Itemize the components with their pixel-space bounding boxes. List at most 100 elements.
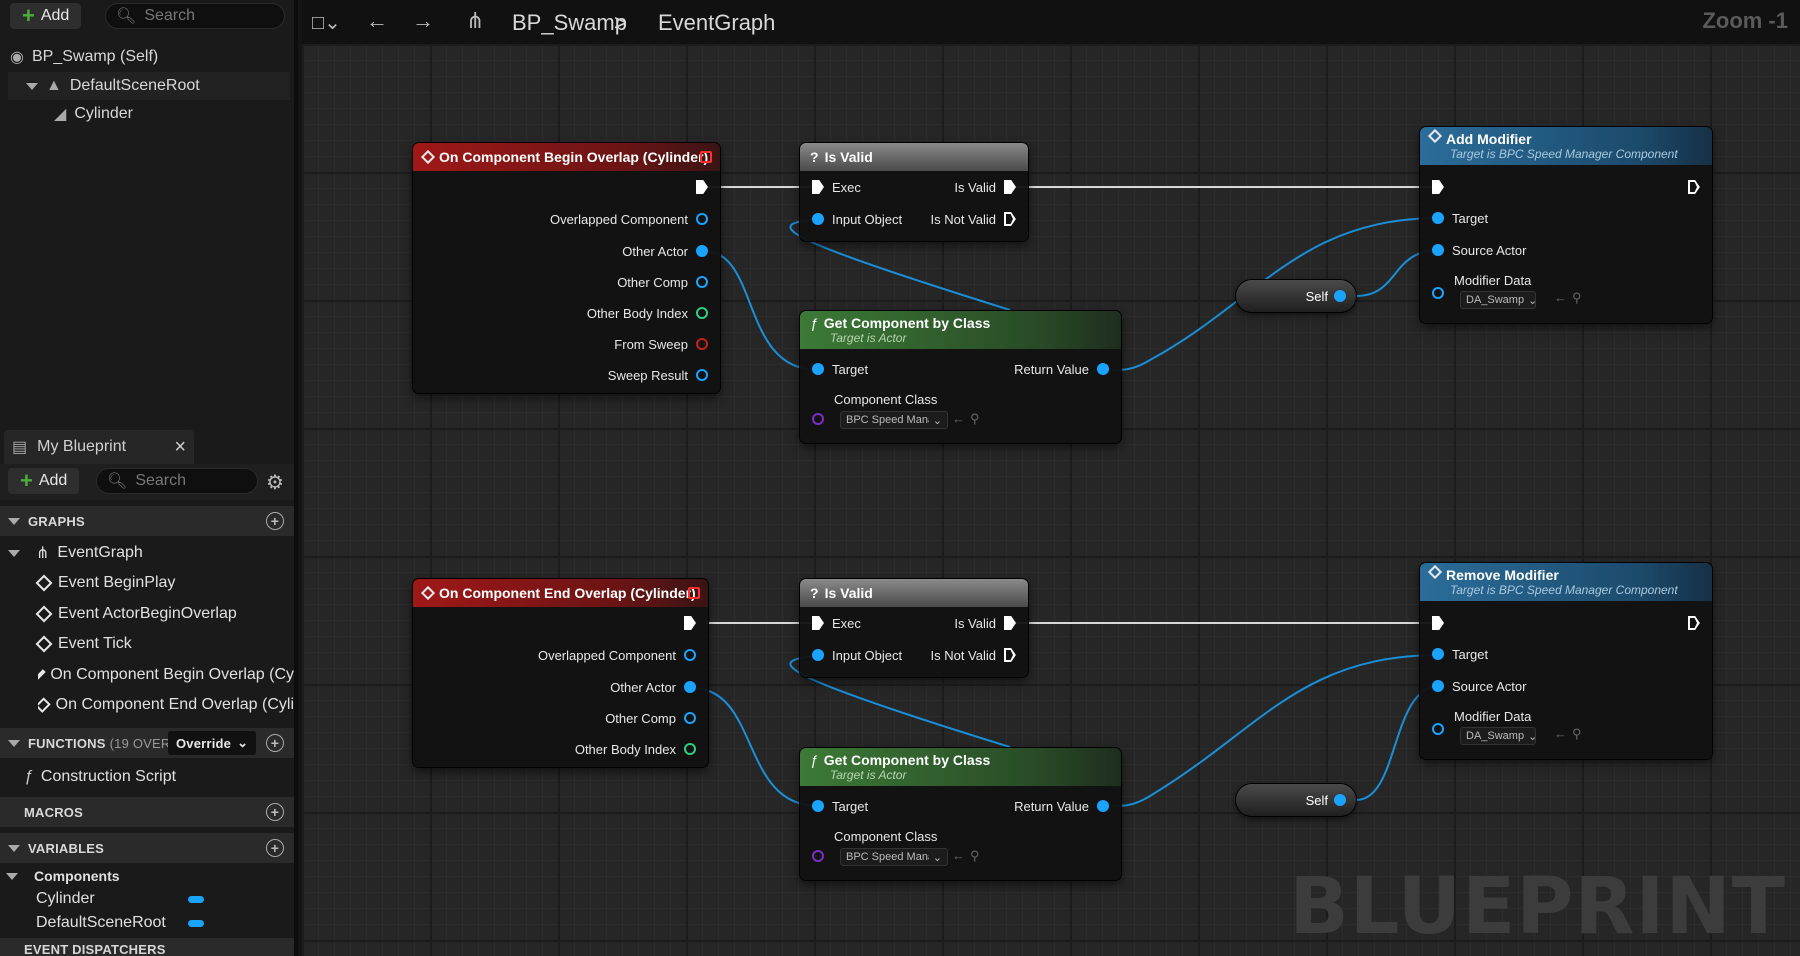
pin-overlapped-component[interactable]: Overlapped Component [550,209,708,229]
section-event-dispatchers[interactable]: EVENT DISPATCHERS [0,938,294,956]
is-valid-node[interactable]: ? Is Valid Exec Input Object Is Valid Is… [800,579,1028,677]
target-pin[interactable]: Target [1432,644,1488,664]
pin-other-actor[interactable]: Other Actor [622,241,708,261]
add-modifier-node[interactable]: Add Modifier Target is BPC Speed Manager… [1420,127,1712,323]
target-pin[interactable]: Target [1432,208,1488,228]
asset-pin-icon[interactable] [1432,723,1444,735]
use-selected-icon[interactable]: ← [952,848,965,863]
override-dropdown[interactable]: Override ⌄ [168,731,257,755]
plus-icon: + [20,468,33,493]
exec-out-pin[interactable] [684,613,696,633]
forward-arrow-icon[interactable]: → [412,8,434,34]
exec-out-pin[interactable] [1688,613,1700,633]
browse-icon[interactable]: ⚲ [970,848,980,864]
event-item[interactable]: Event BeginPlay [35,569,175,597]
tree-item-cylinder[interactable]: ◢ Cylinder [54,100,133,128]
exec-in-pin[interactable]: Exec [812,177,861,197]
remove-modifier-node[interactable]: Remove Modifier Target is BPC Speed Mana… [1420,563,1712,759]
source-actor-pin[interactable]: Source Actor [1432,676,1526,696]
exec-in-pin[interactable]: Exec [812,613,861,633]
combo-value: DA_Swamp [1466,730,1525,742]
breadcrumb-graph[interactable]: EventGraph [658,10,775,36]
node-subtitle: Target is BPC Speed Manager Component [1450,147,1678,161]
components-search-input[interactable]: 🔍︎ Search [105,3,285,29]
get-component-by-class-node[interactable]: ƒ Get Component by Class Target is Actor… [800,311,1121,443]
pin-sweep-result[interactable]: Sweep Result [608,365,708,385]
class-pin-icon[interactable] [812,413,824,425]
add-variable-icon[interactable]: + [266,839,284,857]
function-item-construction-script[interactable]: ƒ Construction Script [24,763,176,791]
variable-item-defaultsceneroot[interactable]: DefaultSceneRoot [36,909,206,937]
return-value-pin[interactable]: Return Value [1014,359,1109,379]
add-graph-icon[interactable]: + [266,512,284,530]
is-valid-node[interactable]: ? Is Valid Exec Input Object Is Valid Is… [800,143,1028,241]
breadcrumb-blueprint[interactable]: BP_Swamp [512,10,627,36]
component-class-dropdown[interactable]: BPC Speed Mana ⌄ [840,411,948,429]
component-class-dropdown[interactable]: BPC Speed Mana ⌄ [840,848,948,866]
event-item[interactable]: On Component Begin Overlap (Cy [38,661,294,689]
is-valid-out-pin[interactable]: Is Valid [954,613,1016,633]
target-pin[interactable]: Target [812,796,868,816]
is-valid-out-pin[interactable]: Is Valid [954,177,1016,197]
tab-my-blueprint[interactable]: ▤ My Blueprint × [4,430,194,464]
asset-pin-icon[interactable] [1432,287,1444,299]
add-function-icon[interactable]: + [266,734,284,752]
class-pin-icon[interactable] [812,850,824,862]
back-arrow-icon[interactable]: ← [366,8,388,34]
input-object-pin[interactable]: Input Object [812,645,902,665]
pin-other-body-index[interactable]: Other Body Index [575,739,696,759]
bookmark-icon[interactable]: □⌄ [312,10,341,35]
use-selected-icon[interactable]: ← [1554,290,1567,305]
begin-overlap-node[interactable]: On Component Begin Overlap (Cylinder) Ov… [413,143,720,393]
self-label: Self [1305,288,1328,304]
modifier-data-dropdown[interactable]: DA_Swamp ⌄ [1460,727,1536,745]
use-selected-icon[interactable]: ← [1554,726,1567,741]
event-item[interactable]: Event ActorBeginOverlap [35,600,237,628]
exec-in-pin[interactable] [1432,177,1444,197]
browse-icon[interactable]: ⚲ [1572,726,1582,742]
pin-other-actor[interactable]: Other Actor [610,677,696,697]
add-member-button[interactable]: + Add [8,468,80,494]
add-macro-icon[interactable]: + [266,803,284,821]
event-item[interactable]: Event Tick [35,630,132,658]
section-variables[interactable]: VARIABLES + [0,833,294,863]
browse-icon[interactable]: ⚲ [970,411,980,427]
section-graphs[interactable]: GRAPHS + [0,506,294,536]
close-icon[interactable]: × [174,436,186,459]
exec-out-pin[interactable] [696,177,708,197]
input-object-pin[interactable]: Input Object [812,209,902,229]
tree-item-defaultsceneroot[interactable]: ▲ DefaultSceneRoot [8,72,290,100]
is-not-valid-out-pin[interactable]: Is Not Valid [930,645,1016,665]
exec-out-pin[interactable] [1688,177,1700,197]
add-component-button[interactable]: + Add [10,3,82,29]
section-functions[interactable]: FUNCTIONS (19 OVERRII Override ⌄ + [0,728,294,758]
gear-icon[interactable]: ⚙ [266,470,284,495]
modifier-data-dropdown[interactable]: DA_Swamp ⌄ [1460,291,1536,309]
pin-other-body-index[interactable]: Other Body Index [587,303,708,323]
pin-from-sweep[interactable]: From Sweep [614,334,708,354]
pin-label: Other Comp [605,710,676,726]
self-reference-node[interactable]: Self [1236,280,1356,312]
delegate-icon [688,587,700,599]
tree-item-self[interactable]: ◉ BP_Swamp (Self) [10,43,158,71]
source-actor-pin[interactable]: Source Actor [1432,240,1526,260]
pin-other-comp[interactable]: Other Comp [605,708,696,728]
pin-other-comp[interactable]: Other Comp [617,272,708,292]
target-pin[interactable]: Target [812,359,868,379]
object-pin-icon[interactable] [1334,290,1346,302]
my-blueprint-search-input[interactable]: 🔍︎ Search [96,468,258,494]
section-macros[interactable]: MACROS + [0,797,294,827]
pin-overlapped-component[interactable]: Overlapped Component [538,645,696,665]
get-component-by-class-node[interactable]: ƒ Get Component by Class Target is Actor… [800,748,1121,880]
event-item[interactable]: On Component End Overlap (Cyli [38,691,294,719]
return-value-pin[interactable]: Return Value [1014,796,1109,816]
exec-in-pin[interactable] [1432,613,1444,633]
chevron-down-icon: ⌄ [1528,730,1535,743]
is-not-valid-out-pin[interactable]: Is Not Valid [930,209,1016,229]
object-pin-icon[interactable] [1334,794,1346,806]
end-overlap-node[interactable]: On Component End Overlap (Cylinder) Over… [413,579,708,767]
self-reference-node[interactable]: Self [1236,784,1356,816]
use-selected-icon[interactable]: ← [952,411,965,426]
browse-icon[interactable]: ⚲ [1572,290,1582,306]
graph-item-eventgraph[interactable]: ⋔ EventGraph [8,539,143,567]
